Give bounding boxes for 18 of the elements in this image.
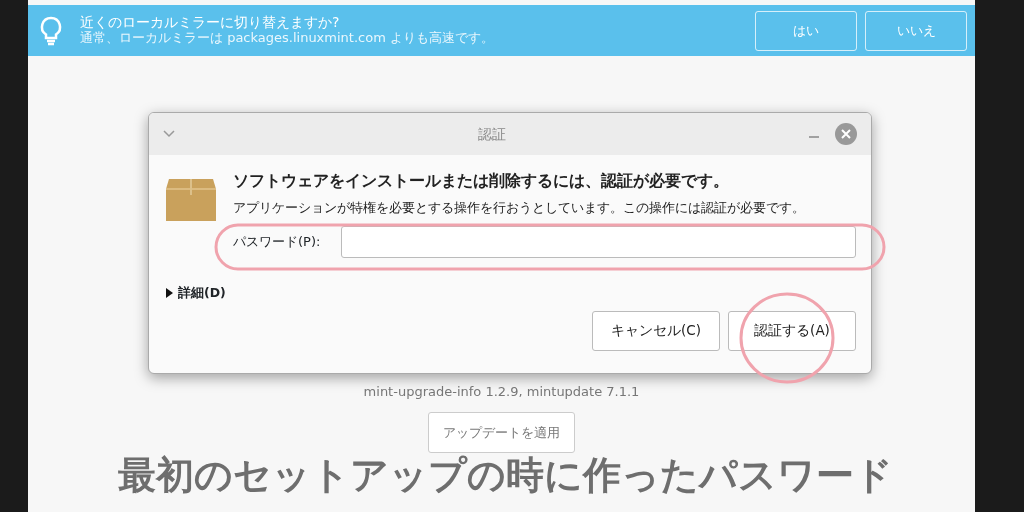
password-label: パスワード(P): <box>233 233 322 251</box>
expander-arrow-icon[interactable] <box>165 288 174 299</box>
lightbulb-icon <box>38 15 64 46</box>
package-icon <box>165 177 217 223</box>
dialog-message: アプリケーションが特権を必要とする操作を行おうとしています。この操作には認証が必要です。 <box>233 199 806 217</box>
dialog-button[interactable]: キャンセル(C) <box>592 310 720 351</box>
infobar-message: 通常、ローカルミラーは packages.linuxmint.com よりも高速です。 <box>80 30 495 48</box>
dialog-button[interactable]: 認証する(A) <box>728 310 856 351</box>
details-expander[interactable]: 詳細(D) <box>165 283 226 303</box>
caption-text: 最初のセットアップの時に作ったパスワード <box>118 452 893 499</box>
dialog-title: 認証 <box>477 124 507 144</box>
dialog-heading: ソフトウェアをインストールまたは削除するには、認証が必要です。 <box>233 170 730 192</box>
password-field[interactable] <box>341 225 856 258</box>
apply-updates-button[interactable]: アップデートを適用 <box>428 411 575 453</box>
close-icon[interactable] <box>835 123 857 145</box>
infobar-title: 近くのローカルミラーに切り替えますか? <box>80 13 341 31</box>
chevron-down-icon[interactable] <box>163 130 175 138</box>
version-text: mint-upgrade-info 1.2.9, mintupdate 7.1.1 <box>363 383 640 401</box>
